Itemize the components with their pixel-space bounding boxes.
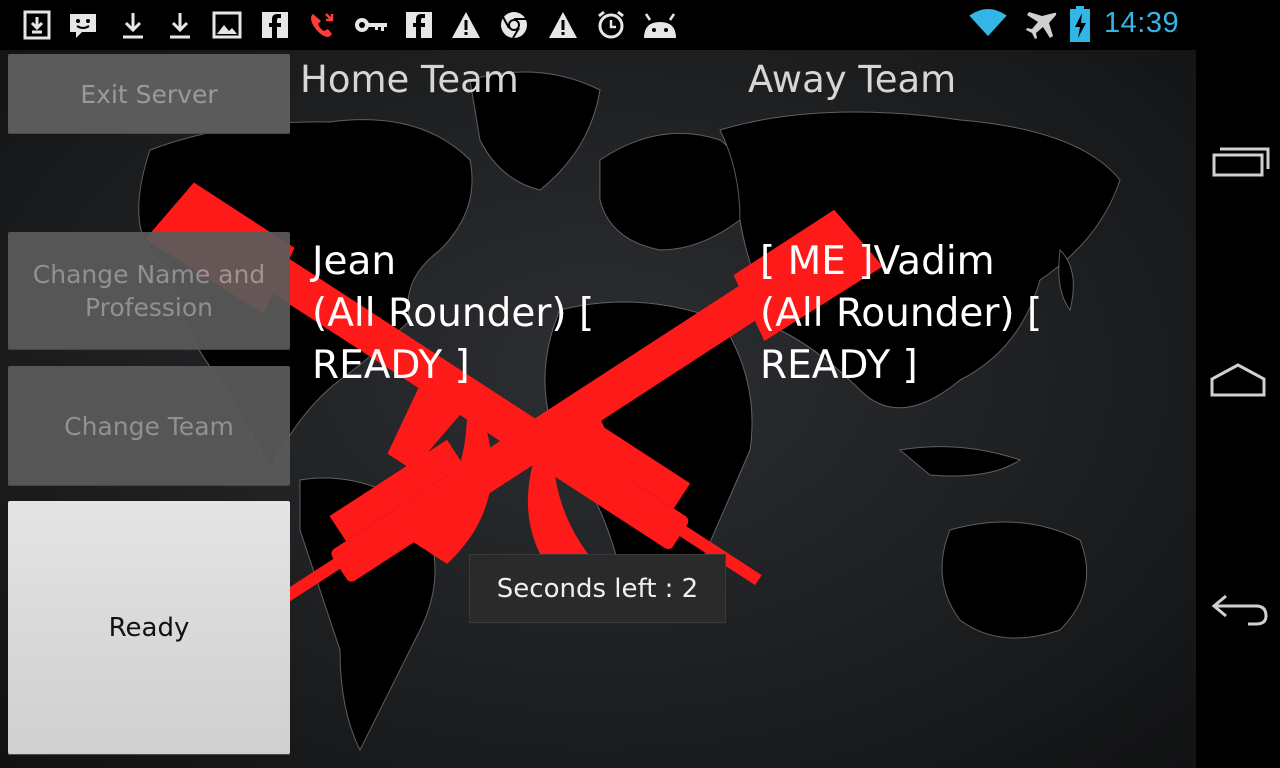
battery-charging-icon bbox=[1070, 6, 1090, 42]
away-player-status: READY ] bbox=[760, 343, 918, 388]
facebook-icon bbox=[262, 12, 288, 38]
away-player-class: (All Rounder) [ bbox=[760, 291, 1043, 336]
ready-button[interactable]: Ready bbox=[8, 501, 290, 755]
recent-apps-icon[interactable] bbox=[1204, 133, 1272, 189]
download-box-icon bbox=[23, 10, 51, 40]
exit-server-button[interactable]: Exit Server bbox=[8, 54, 290, 134]
navigation-bar bbox=[1196, 0, 1280, 768]
airplane-icon bbox=[1026, 12, 1057, 39]
home-player-class: (All Rounder) [ bbox=[312, 291, 595, 336]
missed-call-icon bbox=[311, 13, 334, 37]
home-team-player-list: Jean (All Rounder) [ READY ] bbox=[312, 236, 662, 392]
chat-icon bbox=[70, 14, 96, 38]
status-bar: 14:39 bbox=[0, 0, 1196, 50]
home-player-name: Jean bbox=[312, 239, 397, 284]
facebook-icon bbox=[406, 12, 432, 38]
alarm-icon bbox=[598, 10, 624, 39]
wifi-icon bbox=[969, 8, 1007, 37]
continent-europe bbox=[599, 132, 748, 251]
home-team-title: Home Team bbox=[300, 58, 519, 101]
clock: 14:39 bbox=[1104, 7, 1180, 39]
continent-indonesia bbox=[898, 446, 1022, 477]
back-icon[interactable] bbox=[1204, 578, 1272, 634]
key-icon bbox=[355, 18, 387, 32]
warning-icon bbox=[549, 12, 577, 38]
away-team-title: Away Team bbox=[748, 58, 957, 101]
chrome-icon bbox=[501, 12, 527, 39]
home-player-status: READY ] bbox=[312, 343, 470, 388]
away-player-name: [ ME ]Vadim bbox=[760, 239, 995, 284]
warning-icon bbox=[452, 12, 480, 38]
android-icon bbox=[644, 13, 676, 38]
countdown-toast: Seconds left : 2 bbox=[469, 554, 726, 623]
home-icon[interactable] bbox=[1204, 355, 1272, 411]
image-icon bbox=[212, 11, 242, 39]
download-icon bbox=[170, 13, 190, 39]
change-team-button[interactable]: Change Team bbox=[8, 366, 290, 486]
download-icon bbox=[123, 13, 143, 39]
lobby-screen: Exit Server Change Name and Profession C… bbox=[0, 50, 1196, 768]
change-name-profession-button[interactable]: Change Name and Profession bbox=[8, 232, 290, 350]
continent-australia bbox=[941, 521, 1088, 639]
away-team-player-list: [ ME ]Vadim (All Rounder) [ READY ] bbox=[760, 236, 1110, 392]
